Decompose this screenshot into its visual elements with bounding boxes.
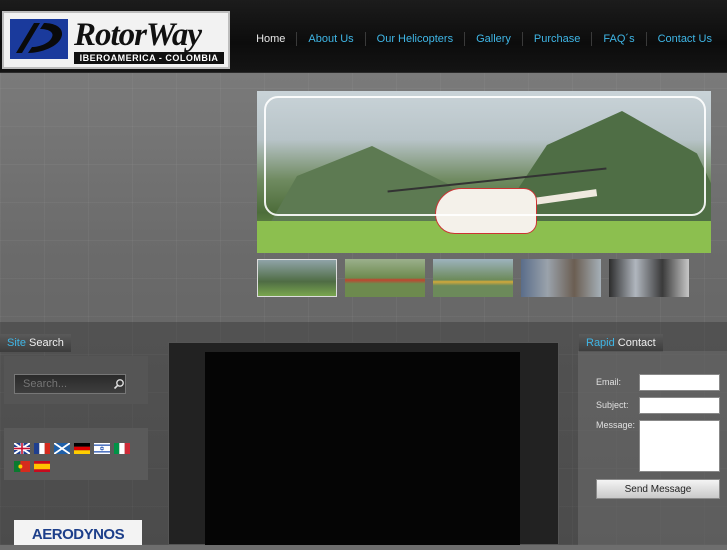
message-label: Message: <box>596 420 636 430</box>
subject-field[interactable] <box>639 397 720 414</box>
french-flag-icon[interactable] <box>34 443 50 454</box>
main-nav: Home About Us Our Helicopters Gallery Pu… <box>245 32 723 46</box>
gallery-thumb-1[interactable] <box>257 259 337 297</box>
nav-contact-us[interactable]: Contact Us <box>647 32 723 46</box>
logo-subtitle: IBEROAMERICA - COLOMBIA <box>74 52 224 64</box>
search-input[interactable] <box>14 374 126 394</box>
nav-our-helicopters[interactable]: Our Helicopters <box>366 32 464 46</box>
site-search-title-rest: Search <box>25 337 64 349</box>
email-field[interactable] <box>639 374 720 391</box>
nav-faqs[interactable]: FAQ´s <box>592 32 645 46</box>
aerodynos-logo[interactable]: AERODYNOS <box>14 520 142 545</box>
video-player[interactable] <box>205 352 520 545</box>
spanish-flag-icon[interactable] <box>34 461 50 472</box>
nav-purchase[interactable]: Purchase <box>523 32 591 46</box>
rotorway-logo-icon <box>10 19 68 59</box>
hero-frame-overlay <box>264 96 706 216</box>
logo-wordmark: RotorWay <box>74 17 202 53</box>
gallery-thumb-4[interactable] <box>521 259 601 297</box>
gallery-thumb-3[interactable] <box>433 259 513 297</box>
israel-flag-icon[interactable] <box>94 443 110 454</box>
gallery-thumb-2[interactable] <box>345 259 425 297</box>
site-header: RotorWay IBEROAMERICA - COLOMBIA Home Ab… <box>0 0 727 73</box>
nav-home[interactable]: Home <box>245 32 296 46</box>
rapid-contact-title-highlight: Rapid <box>586 337 615 349</box>
scotland-flag-icon[interactable] <box>54 443 70 454</box>
gallery-thumb-5[interactable] <box>609 259 689 297</box>
rotorway-logo[interactable]: RotorWay IBEROAMERICA - COLOMBIA <box>2 11 230 69</box>
site-search-title: Site Search <box>0 334 71 352</box>
subject-label: Subject: <box>596 400 629 410</box>
gallery-thumbnails <box>257 259 697 297</box>
english-flag-icon[interactable] <box>14 443 30 454</box>
portugal-flag-icon[interactable] <box>14 461 30 472</box>
email-label: Email: <box>596 377 622 387</box>
site-search-title-highlight: Site <box>7 337 26 349</box>
rapid-contact-title: Rapid Contact <box>579 334 663 352</box>
rapid-contact-title-rest: Contact <box>614 337 656 349</box>
language-flags <box>14 443 139 479</box>
nav-gallery[interactable]: Gallery <box>465 32 522 46</box>
italian-flag-icon[interactable] <box>114 443 130 454</box>
send-message-button[interactable]: Send Message <box>596 479 720 499</box>
search-icon[interactable] <box>113 378 125 390</box>
german-flag-icon[interactable] <box>74 443 90 454</box>
nav-about-us[interactable]: About Us <box>297 32 364 46</box>
message-field[interactable] <box>639 420 720 472</box>
